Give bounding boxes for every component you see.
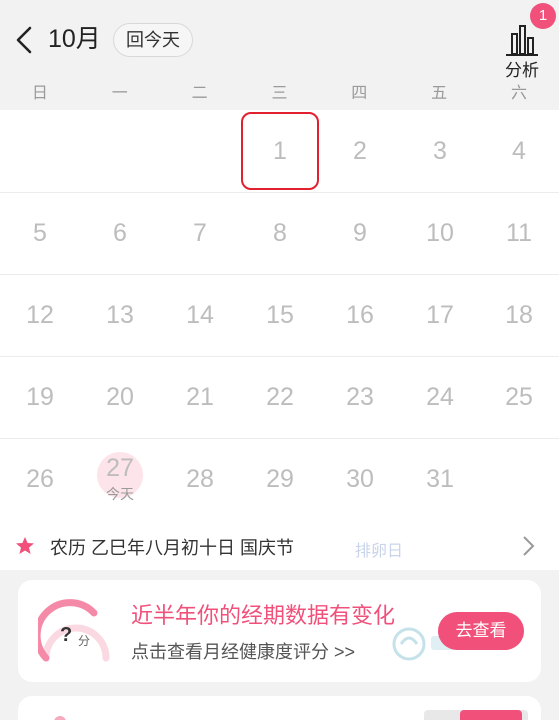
notification-badge: 1	[530, 3, 556, 29]
calendar-day-18[interactable]: 18	[479, 274, 559, 356]
calendar-day-6[interactable]: 6	[80, 192, 160, 274]
back-arrow-icon[interactable]	[12, 24, 38, 56]
back-to-today-button[interactable]: 回今天	[113, 23, 193, 57]
calendar-grid: 1 2 3 4 5 6 7 8 9 10 11 12 13 14 15 16 1…	[0, 110, 559, 520]
calendar-day-empty	[479, 438, 559, 520]
card-title: 近半年你的经期数据有变化	[131, 603, 396, 628]
weekday-sun: 日	[31, 85, 48, 102]
info-bar-content: 农历 乙巳年八月初十日 国庆节	[0, 520, 480, 570]
calendar-day-25[interactable]: 25	[479, 356, 559, 438]
calendar-day-20[interactable]: 20	[80, 356, 160, 438]
lunar-date-text: 农历 乙巳年八月初十日 国庆节	[50, 538, 295, 558]
toggle-active-segment[interactable]	[460, 710, 522, 720]
calendar-day-11[interactable]: 11	[479, 192, 559, 274]
cycle-health-card[interactable]: ? 分 近半年你的经期数据有变化 点击查看月经健康度评分 >> 去查看	[18, 580, 541, 682]
calendar-day-8[interactable]: 8	[240, 192, 320, 274]
calendar-day-9[interactable]: 9	[320, 192, 400, 274]
calendar-day-21[interactable]: 21	[160, 356, 240, 438]
weekday-header: 日 一 二 三 四 五 六	[0, 80, 559, 110]
calendar-day-30[interactable]: 30	[320, 438, 400, 520]
calendar-day-16[interactable]: 16	[320, 274, 400, 356]
month-title: 10月	[48, 25, 101, 53]
calendar-day-15[interactable]: 15	[240, 274, 320, 356]
calendar-day-empty	[160, 110, 240, 192]
calendar-day-27-today[interactable]: 27	[80, 453, 160, 483]
weekday-wed: 三	[271, 85, 288, 102]
calendar-day-2[interactable]: 2	[320, 110, 400, 192]
view-details-button[interactable]: 去查看	[438, 612, 524, 650]
chevron-right-icon[interactable]	[520, 534, 536, 558]
header: 10月 回今天 分析 1	[0, 0, 559, 80]
calendar-week-row: 19 20 21 22 23 24 25	[0, 356, 559, 438]
calendar-day-26[interactable]: 26	[0, 438, 80, 520]
calendar-day-22[interactable]: 22	[240, 356, 320, 438]
card-indicator-dot	[54, 716, 66, 720]
calendar-day-28[interactable]: 28	[160, 438, 240, 520]
calendar-day-13[interactable]: 13	[80, 274, 160, 356]
ovulation-day-tag: 排卵日	[355, 543, 404, 560]
weekday-tue: 二	[191, 85, 208, 102]
star-icon	[16, 537, 34, 554]
calendar-day-17[interactable]: 17	[400, 274, 480, 356]
calendar-day-19[interactable]: 19	[0, 356, 80, 438]
calendar-day-24[interactable]: 24	[400, 356, 480, 438]
score-gauge	[38, 599, 110, 662]
calendar-day-empty	[0, 110, 80, 192]
weekday-sat: 六	[510, 85, 527, 102]
calendar-day-empty	[80, 110, 160, 192]
today-label: 今天	[106, 486, 134, 502]
card-subtitle-link[interactable]: 点击查看月经健康度评分 >>	[131, 638, 355, 664]
calendar-day-31[interactable]: 31	[400, 438, 480, 520]
next-card	[18, 696, 541, 720]
calendar-day-5[interactable]: 5	[0, 192, 80, 274]
calendar-day-1[interactable]: 1	[240, 110, 320, 192]
calendar-week-row: 1 2 3 4	[0, 110, 559, 192]
calendar-day-12[interactable]: 12	[0, 274, 80, 356]
bar-chart-icon	[506, 25, 538, 56]
calendar-week-row: 5 6 7 8 9 10 11	[0, 192, 559, 274]
calendar-day-14[interactable]: 14	[160, 274, 240, 356]
analysis-label: 分析	[505, 61, 539, 80]
calendar-day-4[interactable]: 4	[479, 110, 559, 192]
calendar-week-row: 12 13 14 15 16 17 18	[0, 274, 559, 356]
calendar-week-row: 26 27 今天 28 29 30 31	[0, 438, 559, 520]
calendar-day-29[interactable]: 29	[240, 438, 320, 520]
calendar-day-3[interactable]: 3	[400, 110, 480, 192]
weekday-thu: 四	[351, 85, 368, 102]
lunar-info-bar[interactable]: 农历 乙巳年八月初十日 国庆节 排卵日	[0, 520, 559, 570]
score-unit: 分	[78, 634, 91, 648]
weekday-mon: 一	[111, 85, 128, 102]
calendar-day-10[interactable]: 10	[400, 192, 480, 274]
score-value: ?	[60, 624, 73, 646]
calendar-day-7[interactable]: 7	[160, 192, 240, 274]
calendar-day-23[interactable]: 23	[320, 356, 400, 438]
weekday-fri: 五	[431, 85, 448, 102]
